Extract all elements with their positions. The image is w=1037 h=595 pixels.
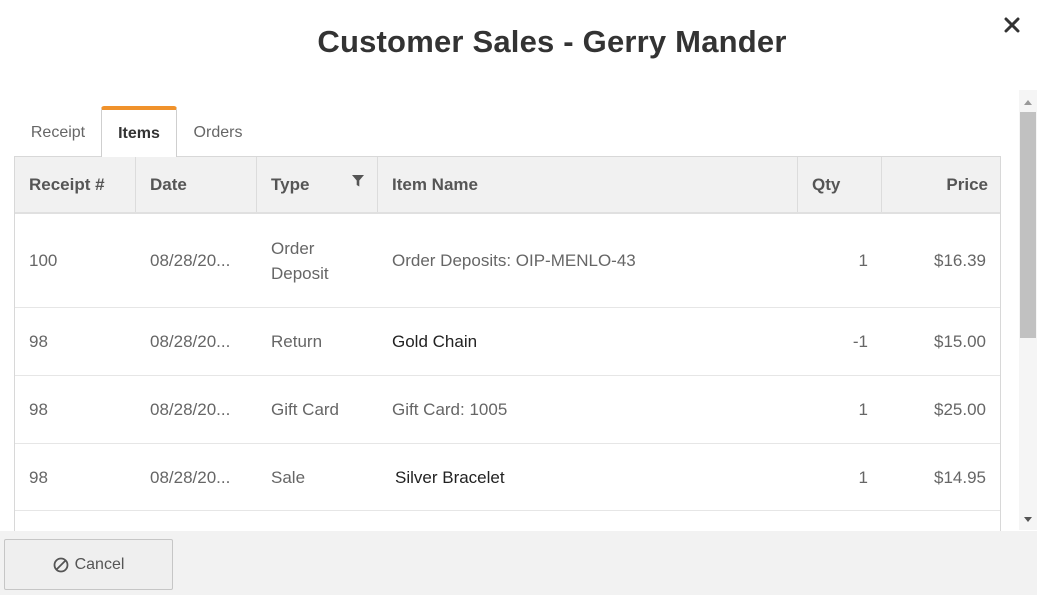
dialog-footer: Cancel — [0, 531, 1037, 595]
cell-qty: 1 — [858, 467, 868, 487]
cell-date: 08/28/20... — [150, 251, 231, 270]
cell-item-name: Order Deposits: OIP-MENLO-43 — [392, 251, 636, 270]
column-header-qty[interactable]: Qty — [798, 157, 882, 212]
cell-qty: -1 — [852, 332, 868, 351]
table-row[interactable]: 98 08/28/20... Gift Card Gift Card: 1005… — [15, 376, 1000, 444]
scrollbar-thumb[interactable] — [1020, 112, 1036, 338]
cell-date: 08/28/20... — [150, 467, 231, 487]
grid-header: Receipt # Date Type Item Name Qty Price — [15, 157, 1000, 214]
cell-date: 08/28/20... — [150, 332, 231, 351]
cancel-button[interactable]: Cancel — [4, 539, 173, 590]
chevron-down-icon — [1024, 517, 1032, 522]
cell-item-name: Gold Chain — [392, 332, 478, 351]
cell-type: Order Deposit — [257, 214, 378, 307]
table-row[interactable]: 100 08/28/20... Order Deposit Order Depo… — [15, 214, 1000, 308]
cell-receipt: 98 — [29, 467, 48, 487]
cell-receipt: 98 — [29, 332, 48, 351]
cell-type: Sale — [271, 467, 306, 487]
column-header-item-name[interactable]: Item Name — [378, 157, 798, 212]
table-row[interactable]: 98 08/28/20... Sale Silver Bracelet 1 $1… — [15, 444, 1000, 511]
cell-type: Return — [271, 332, 323, 351]
close-button[interactable] — [1000, 12, 1024, 38]
scroll-down-arrow[interactable] — [1019, 510, 1037, 530]
cell-date: 08/28/20... — [150, 400, 231, 419]
tab-bar: Receipt Items Orders — [15, 106, 259, 157]
close-icon — [1004, 17, 1020, 33]
column-header-receipt[interactable]: Receipt # — [15, 157, 136, 212]
items-grid: Receipt # Date Type Item Name Qty Price … — [14, 156, 1001, 536]
tab-orders[interactable]: Orders — [177, 106, 259, 157]
dialog-title: Customer Sales - Gerry Mander — [317, 24, 787, 59]
chevron-up-icon — [1024, 100, 1032, 105]
cell-type-text: Order Deposit — [271, 238, 329, 283]
cancel-icon — [53, 557, 68, 572]
cell-type: Gift Card — [271, 400, 340, 419]
cell-receipt: 98 — [29, 400, 48, 419]
column-header-type-label: Type — [271, 174, 310, 194]
cell-qty: 1 — [858, 400, 868, 419]
cell-item-name: Gift Card: 1005 — [392, 400, 508, 419]
cell-price: $15.00 — [934, 332, 986, 351]
tab-receipt[interactable]: Receipt — [15, 106, 101, 157]
column-header-date[interactable]: Date — [136, 157, 257, 212]
cell-receipt: 100 — [29, 251, 58, 270]
cell-item-name: Silver Bracelet — [395, 467, 505, 487]
vertical-scrollbar[interactable] — [1019, 90, 1037, 530]
cell-price: $25.00 — [934, 400, 986, 419]
tab-items[interactable]: Items — [101, 106, 177, 157]
scroll-up-arrow[interactable] — [1019, 92, 1037, 112]
cell-price: $14.95 — [934, 467, 986, 487]
table-row[interactable]: 98 08/28/20... Return Gold Chain -1 $15.… — [15, 308, 1000, 376]
column-header-type[interactable]: Type — [257, 157, 378, 212]
filter-icon[interactable] — [351, 174, 365, 188]
cancel-button-label: Cancel — [74, 555, 125, 573]
column-header-price[interactable]: Price — [882, 157, 1000, 212]
cell-price: $16.39 — [934, 251, 986, 270]
cell-qty: 1 — [858, 251, 868, 270]
